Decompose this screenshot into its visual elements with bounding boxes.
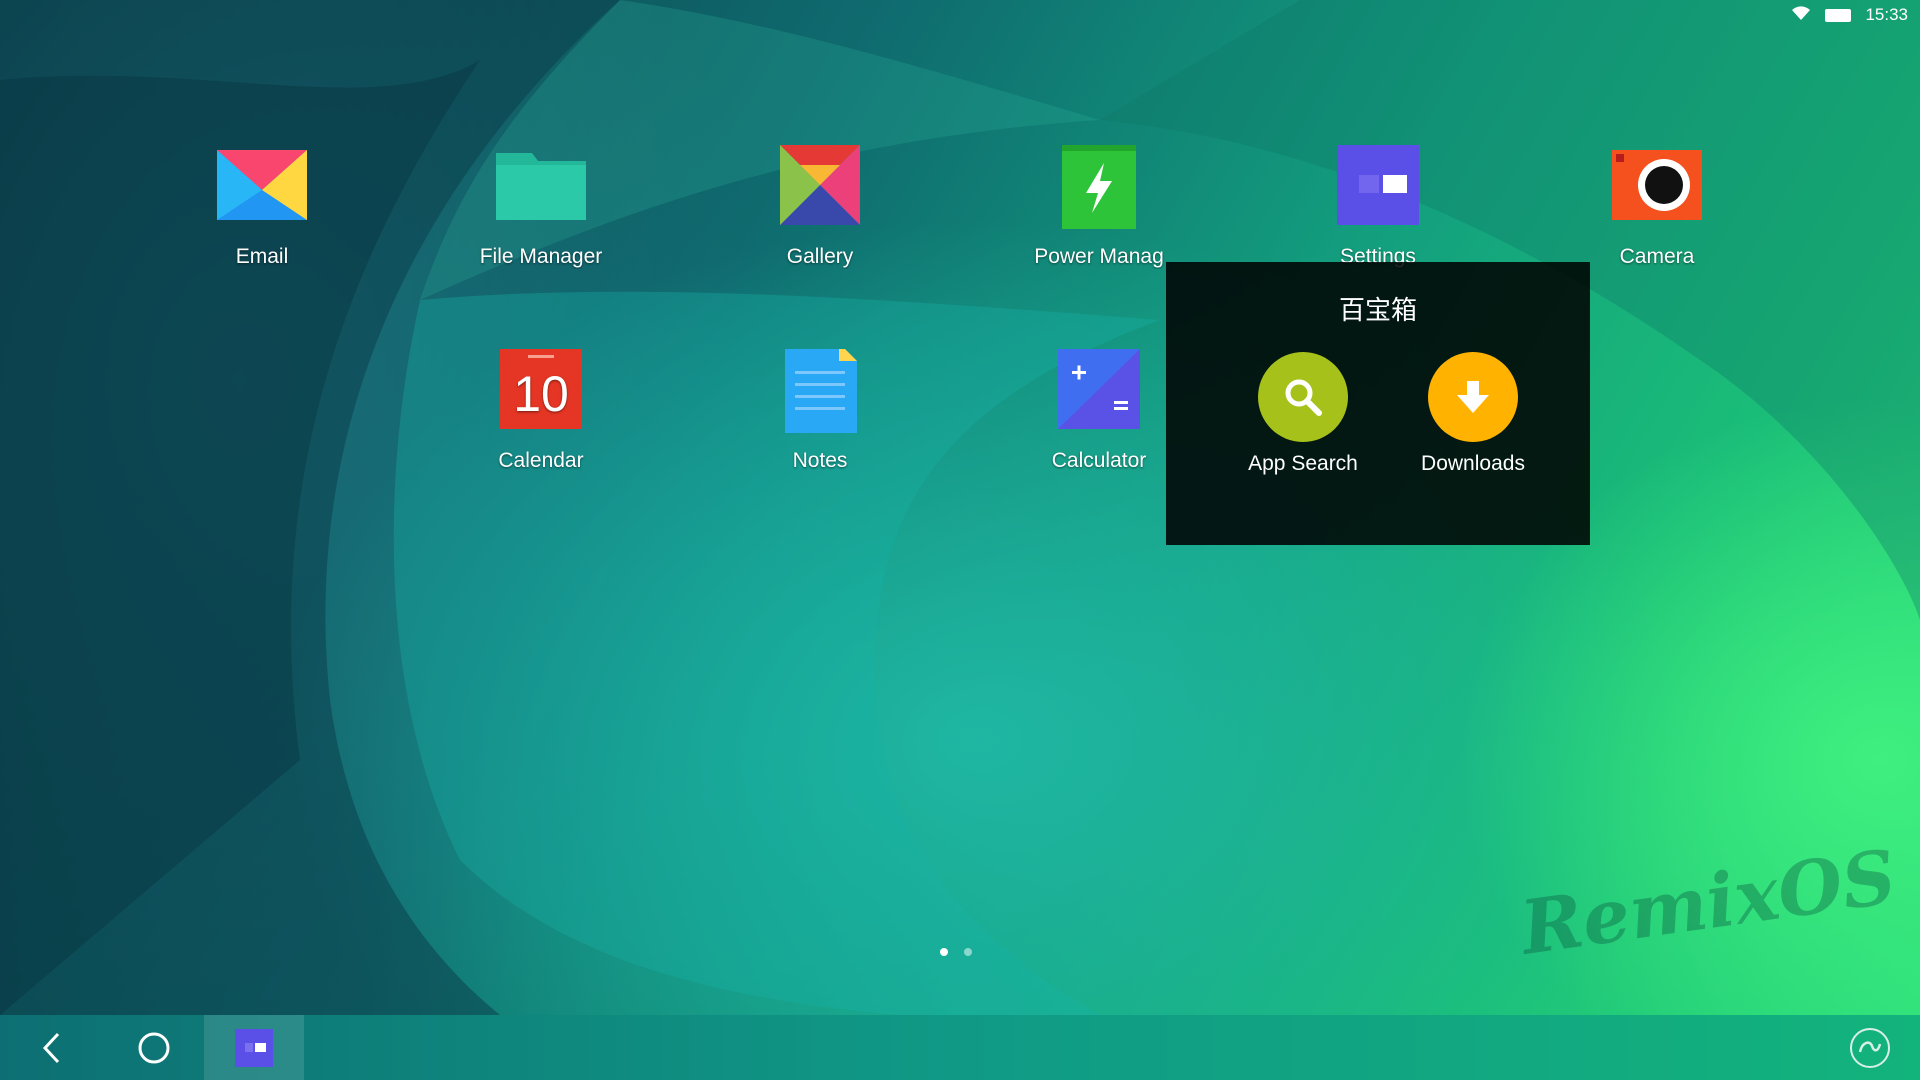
calculator-icon (1054, 349, 1144, 439)
app-downloads[interactable]: Downloads (1388, 352, 1558, 476)
calendar-icon: 10 (496, 349, 586, 439)
remix-logo-icon (1850, 1027, 1890, 1068)
calendar-date: 10 (513, 366, 569, 422)
app-calendar[interactable]: 10 Calendar (441, 349, 641, 473)
app-power-manager[interactable]: Power Manag (999, 145, 1199, 269)
app-label: Calendar (498, 449, 584, 472)
app-search-label: App Search (1248, 452, 1358, 475)
page-dot-active[interactable] (940, 948, 948, 956)
battery-icon (1825, 8, 1852, 22)
status-bar: 15:33 (1688, 0, 1920, 30)
app-search[interactable]: App Search (1218, 352, 1388, 476)
remix-start-button[interactable] (1820, 1015, 1920, 1080)
camera-icon (1612, 145, 1702, 235)
download-icon (1428, 352, 1518, 442)
app-file-manager[interactable]: File Manager (441, 145, 641, 269)
folder-popup: 百宝箱 App Search Downloads (1166, 262, 1590, 545)
page-dot[interactable] (964, 948, 972, 956)
gallery-icon (775, 145, 865, 235)
app-notes[interactable]: Notes (720, 343, 920, 473)
app-settings[interactable]: Settings (1278, 145, 1478, 269)
app-downloads-label: Downloads (1421, 452, 1525, 475)
app-email[interactable]: Email (162, 145, 362, 269)
folder-icon (496, 145, 586, 235)
back-button[interactable] (0, 1015, 104, 1080)
home-button[interactable] (104, 1015, 204, 1080)
status-time: 15:33 (1865, 5, 1908, 24)
app-label: Email (235, 245, 289, 268)
navigation-bar (0, 1015, 1920, 1080)
taskbar-settings-app[interactable] (204, 1015, 304, 1080)
search-icon (1258, 352, 1348, 442)
app-gallery[interactable]: Gallery (720, 145, 920, 269)
folder-title: 百宝箱 (1338, 295, 1417, 325)
recent-app-icon (235, 1028, 273, 1067)
settings-icon (1333, 145, 1423, 235)
app-camera[interactable]: Camera (1557, 145, 1757, 269)
home-icon (138, 1032, 170, 1063)
remixos-watermark: RemixOS (1515, 834, 1902, 972)
app-label: File Manager (479, 245, 603, 268)
email-icon (217, 145, 307, 235)
app-label: Gallery (786, 245, 854, 268)
back-icon (42, 1032, 60, 1063)
wifi-icon (1791, 5, 1811, 26)
page-indicator (940, 948, 972, 956)
notes-icon (775, 343, 865, 439)
power-icon (1054, 145, 1144, 235)
app-label: Notes (792, 449, 848, 472)
